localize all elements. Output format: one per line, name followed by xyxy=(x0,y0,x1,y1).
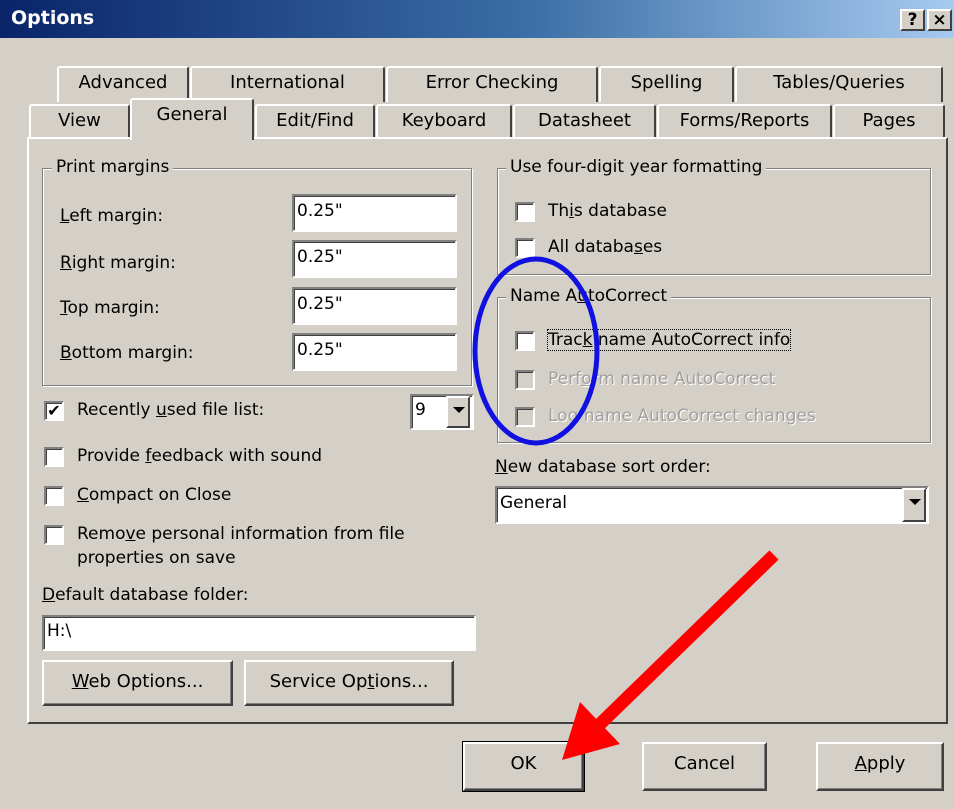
recent-files-count-value: 9 xyxy=(415,400,426,420)
web-options-button[interactable]: Web Options... xyxy=(42,660,233,706)
service-options-button[interactable]: Service Options... xyxy=(244,660,454,706)
apply-button[interactable]: Apply xyxy=(816,742,944,791)
window-title: Options xyxy=(11,7,95,29)
perform-autocorrect-label: Perform name AutoCorrect xyxy=(548,369,776,389)
close-button[interactable]: × xyxy=(927,9,952,31)
right-margin-input[interactable]: 0.25" xyxy=(292,240,457,278)
all-databases-label: All databases xyxy=(548,237,663,257)
tab-edit-find[interactable]: Edit/Find xyxy=(255,104,375,138)
name-autocorrect-legend: Name AutoCorrect xyxy=(506,286,672,306)
title-bar: Options ? × xyxy=(0,0,954,38)
tab-keyboard[interactable]: Keyboard xyxy=(376,104,512,138)
ok-button[interactable]: OK xyxy=(462,741,585,792)
tab-forms-reports[interactable]: Forms/Reports xyxy=(657,104,832,138)
print-margins-legend: Print margins xyxy=(52,157,174,177)
sort-order-label: New database sort order: xyxy=(495,457,711,477)
default-folder-input[interactable]: H:\ xyxy=(42,615,476,651)
default-folder-label: Default database folder: xyxy=(42,585,249,605)
compact-on-close-checkbox[interactable] xyxy=(44,486,64,506)
left-margin-input[interactable]: 0.25" xyxy=(292,194,457,232)
recently-used-label: Recently used file list: xyxy=(77,400,265,420)
tab-advanced[interactable]: Advanced xyxy=(57,66,189,102)
track-autocorrect-checkbox[interactable] xyxy=(515,331,535,351)
left-margin-label: Left margin: xyxy=(60,206,164,226)
recent-files-dropdown-button[interactable] xyxy=(446,396,470,428)
remove-personal-info-label-line1: Remove personal information from file xyxy=(77,524,405,544)
all-databases-checkbox[interactable] xyxy=(515,238,535,258)
tab-error-checking[interactable]: Error Checking xyxy=(386,66,598,102)
top-margin-input[interactable]: 0.25" xyxy=(292,287,457,325)
remove-personal-info-checkbox[interactable] xyxy=(44,525,64,545)
track-autocorrect-label: Track name AutoCorrect info xyxy=(546,329,792,351)
tab-datasheet[interactable]: Datasheet xyxy=(513,104,656,138)
top-margin-label: Top margin: xyxy=(60,298,160,318)
log-autocorrect-label: Log name AutoCorrect changes xyxy=(548,406,816,426)
compact-on-close-label: Compact on Close xyxy=(77,485,232,505)
cancel-button[interactable]: Cancel xyxy=(642,742,767,791)
tab-spelling[interactable]: Spelling xyxy=(599,66,734,102)
remove-personal-info-label-line2: properties on save xyxy=(77,548,236,568)
right-margin-label: Right margin: xyxy=(60,253,176,273)
log-autocorrect-checkbox[interactable] xyxy=(515,407,535,427)
four-digit-year-legend: Use four-digit year formatting xyxy=(506,157,767,177)
sort-order-dropdown-button[interactable] xyxy=(902,488,926,522)
four-digit-year-group xyxy=(497,168,931,275)
bottom-margin-label: Bottom margin: xyxy=(60,343,194,363)
tab-view[interactable]: View xyxy=(29,104,130,138)
chevron-down-icon xyxy=(453,407,465,413)
feedback-sound-label: Provide feedback with sound xyxy=(77,446,323,466)
help-button[interactable]: ? xyxy=(900,9,925,31)
feedback-sound-checkbox[interactable] xyxy=(44,447,64,467)
tab-pages[interactable]: Pages xyxy=(833,104,945,138)
sort-order-select[interactable]: General xyxy=(495,486,929,524)
tab-tables-queries[interactable]: Tables/Queries xyxy=(735,66,943,102)
this-database-label: This database xyxy=(548,201,667,221)
tab-general[interactable]: General xyxy=(130,98,254,140)
bottom-margin-input[interactable]: 0.25" xyxy=(292,333,457,371)
perform-autocorrect-checkbox[interactable] xyxy=(515,370,535,390)
this-database-checkbox[interactable] xyxy=(515,202,535,222)
chevron-down-icon xyxy=(909,499,921,505)
recently-used-checkbox[interactable]: ✔ xyxy=(44,401,64,421)
tab-international[interactable]: International xyxy=(190,66,385,102)
sort-order-value: General xyxy=(500,493,567,513)
